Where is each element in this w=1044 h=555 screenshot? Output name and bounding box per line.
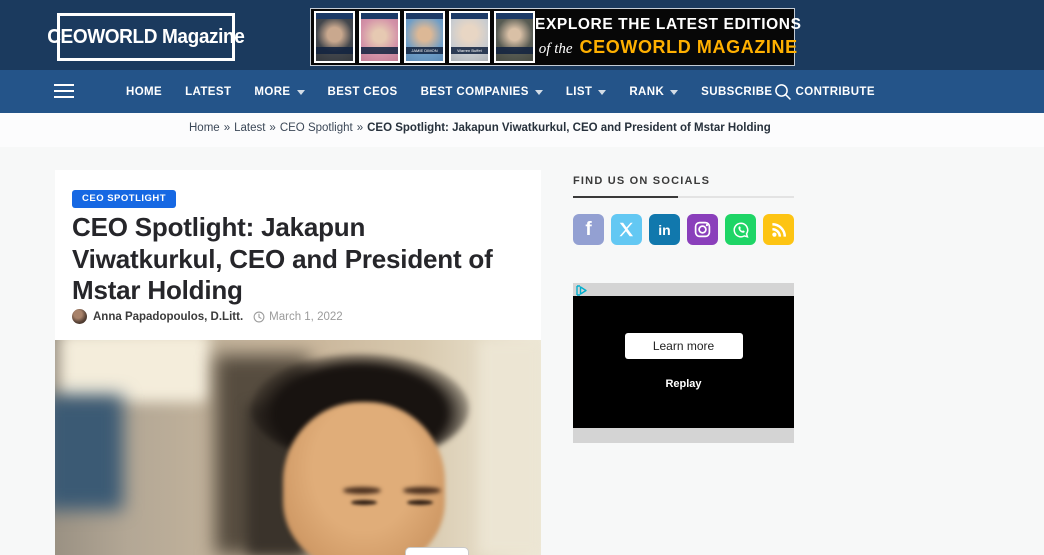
breadcrumb-bar: Home» Latest» CEO Spotlight» CEO Spotlight:… bbox=[0, 113, 1044, 147]
cover-caption: Warren Buffet bbox=[451, 47, 488, 54]
chevron-down-icon bbox=[296, 90, 305, 95]
nav-menu: HOME LATEST MORE BEST CEOS BEST COMPANIE… bbox=[126, 70, 875, 113]
nav-item-rank[interactable]: RANK bbox=[629, 85, 679, 98]
nav-item-label: CONTRIBUTE bbox=[795, 85, 875, 98]
hamburger-menu-icon[interactable] bbox=[54, 84, 74, 102]
cover-caption: JAMIE DIMON bbox=[406, 47, 443, 54]
nav-item-label: MORE bbox=[254, 85, 291, 98]
banner-script-text: of the bbox=[538, 41, 573, 57]
hamburger-bar bbox=[54, 90, 74, 92]
photo-subject-eye bbox=[407, 500, 433, 505]
site-logo-text: CEOWORLD Magazine bbox=[47, 25, 245, 48]
whatsapp-icon[interactable] bbox=[725, 214, 756, 245]
main-nav: HOME LATEST MORE BEST CEOS BEST COMPANIE… bbox=[0, 70, 1044, 113]
nav-item-label: LIST bbox=[565, 85, 593, 98]
facebook-icon[interactable]: f bbox=[573, 214, 604, 245]
hamburger-bar bbox=[54, 84, 74, 86]
breadcrumb-current: CEO Spotlight: Jakapun Viwatkurkul, CEO … bbox=[367, 122, 771, 134]
x-twitter-icon[interactable] bbox=[611, 214, 642, 245]
cover-masthead bbox=[361, 13, 398, 19]
nav-item-latest[interactable]: LATEST bbox=[185, 86, 231, 98]
site-logo[interactable]: CEOWORLD Magazine bbox=[47, 13, 245, 61]
breadcrumb-separator: » bbox=[356, 122, 364, 134]
photo-window-blur bbox=[55, 395, 123, 510]
article-photo bbox=[55, 340, 541, 555]
socials-heading: FIND US ON SOCIALS bbox=[573, 175, 711, 187]
cover-masthead bbox=[496, 13, 533, 19]
photo-subject-eyebrow bbox=[343, 487, 381, 494]
search-icon[interactable] bbox=[773, 82, 793, 102]
magazine-cover: Warren Buffet bbox=[449, 11, 490, 63]
rss-icon[interactable] bbox=[763, 214, 794, 245]
magazine-promo-banner[interactable]: JAMIE DIMON Warren Buffet EXPLORE THE LA… bbox=[310, 8, 801, 66]
cover-masthead bbox=[406, 13, 443, 19]
magazine-cover: JAMIE DIMON bbox=[404, 11, 445, 63]
article-byline: Anna Papadopoulos, D.Litt. March 1, 2022 bbox=[72, 309, 343, 324]
photo-subject-face bbox=[283, 402, 445, 555]
heading-rule bbox=[573, 196, 794, 198]
photo-subject-eye bbox=[351, 500, 377, 505]
magazine-cover bbox=[314, 11, 355, 63]
clock-icon bbox=[253, 311, 265, 322]
nav-item-label: BEST COMPANIES bbox=[420, 85, 529, 98]
photo-column-blur bbox=[479, 340, 541, 555]
breadcrumb-latest[interactable]: Latest bbox=[234, 122, 265, 134]
banner-headline: EXPLORE THE LATEST EDITIONS bbox=[535, 16, 802, 33]
chevron-down-icon bbox=[534, 90, 543, 95]
banner-subline: of the CEOWORLD MAGAZINE bbox=[539, 37, 798, 58]
author-name[interactable]: Anna Papadopoulos, D.Litt. bbox=[93, 311, 243, 323]
nav-item-contribute[interactable]: CONTRIBUTE bbox=[796, 86, 875, 98]
category-badge[interactable]: CEO SPOTLIGHT bbox=[72, 190, 177, 208]
nav-item-label: RANK bbox=[629, 85, 665, 98]
chevron-down-icon bbox=[598, 90, 607, 95]
cover-masthead bbox=[316, 13, 353, 19]
nav-item-best-ceos[interactable]: BEST CEOS bbox=[328, 86, 398, 98]
publish-date-wrap: March 1, 2022 bbox=[253, 311, 343, 323]
ad-learn-more-button[interactable]: Learn more bbox=[624, 333, 743, 359]
sidebar: FIND US ON SOCIALS f in Learn more Repla… bbox=[573, 170, 794, 443]
nav-item-label: BEST CEOS bbox=[327, 85, 398, 98]
cover-masthead bbox=[451, 13, 488, 19]
ad-video-player[interactable]: Learn more Replay bbox=[573, 296, 794, 428]
photo-subject-eyebrow bbox=[403, 487, 441, 494]
chevron-down-icon bbox=[670, 90, 679, 95]
ad-replay-button[interactable]: Replay bbox=[573, 378, 794, 390]
linkedin-icon[interactable]: in bbox=[649, 214, 680, 245]
instagram-icon[interactable] bbox=[687, 214, 718, 245]
nav-item-home[interactable]: HOME bbox=[126, 86, 162, 98]
breadcrumb-separator: » bbox=[223, 122, 231, 134]
breadcrumb-category[interactable]: CEO Spotlight bbox=[280, 122, 353, 134]
social-buttons: f in bbox=[573, 214, 794, 245]
magazine-cover bbox=[494, 11, 535, 63]
article-title: CEO Spotlight: Jakapun Viwatkurkul, CEO … bbox=[72, 212, 493, 305]
magazine-covers: JAMIE DIMON Warren Buffet bbox=[311, 11, 535, 63]
breadcrumb-home[interactable]: Home bbox=[189, 122, 220, 134]
breadcrumb-separator: » bbox=[269, 122, 276, 134]
breadcrumb: Home» Latest» CEO Spotlight» CEO Spotlight:… bbox=[189, 122, 771, 134]
cover-caption bbox=[361, 47, 398, 54]
site-header: CEOWORLD Magazine JAMIE DIMON Warren Buf… bbox=[0, 0, 1044, 70]
banner-text: EXPLORE THE LATEST EDITIONS of the CEOWO… bbox=[535, 16, 806, 58]
nav-item-label: LATEST bbox=[185, 85, 232, 98]
nav-item-label: SUBSCRIBE bbox=[701, 85, 773, 98]
heading-rule-accent bbox=[573, 196, 678, 198]
publish-date: March 1, 2022 bbox=[269, 310, 343, 323]
hamburger-bar bbox=[54, 96, 74, 98]
ad-container: Learn more Replay bbox=[573, 283, 794, 443]
nav-item-label: HOME bbox=[126, 85, 163, 98]
photo-tooltip-fragment bbox=[405, 547, 469, 555]
author-avatar[interactable] bbox=[72, 309, 87, 324]
article-card: CEO SPOTLIGHT CEO Spotlight: Jakapun Viw… bbox=[55, 170, 541, 555]
photo-lamp-blur bbox=[60, 340, 210, 402]
nav-item-more[interactable]: MORE bbox=[254, 85, 305, 98]
nav-item-subscribe[interactable]: SUBSCRIBE bbox=[701, 86, 772, 98]
banner-brand-text: CEOWORLD MAGAZINE bbox=[579, 37, 798, 57]
cover-caption bbox=[316, 47, 353, 54]
magazine-cover bbox=[359, 11, 400, 63]
cover-caption bbox=[496, 47, 533, 54]
nav-item-list[interactable]: LIST bbox=[566, 86, 607, 98]
nav-item-best-companies[interactable]: BEST COMPANIES bbox=[421, 86, 543, 98]
